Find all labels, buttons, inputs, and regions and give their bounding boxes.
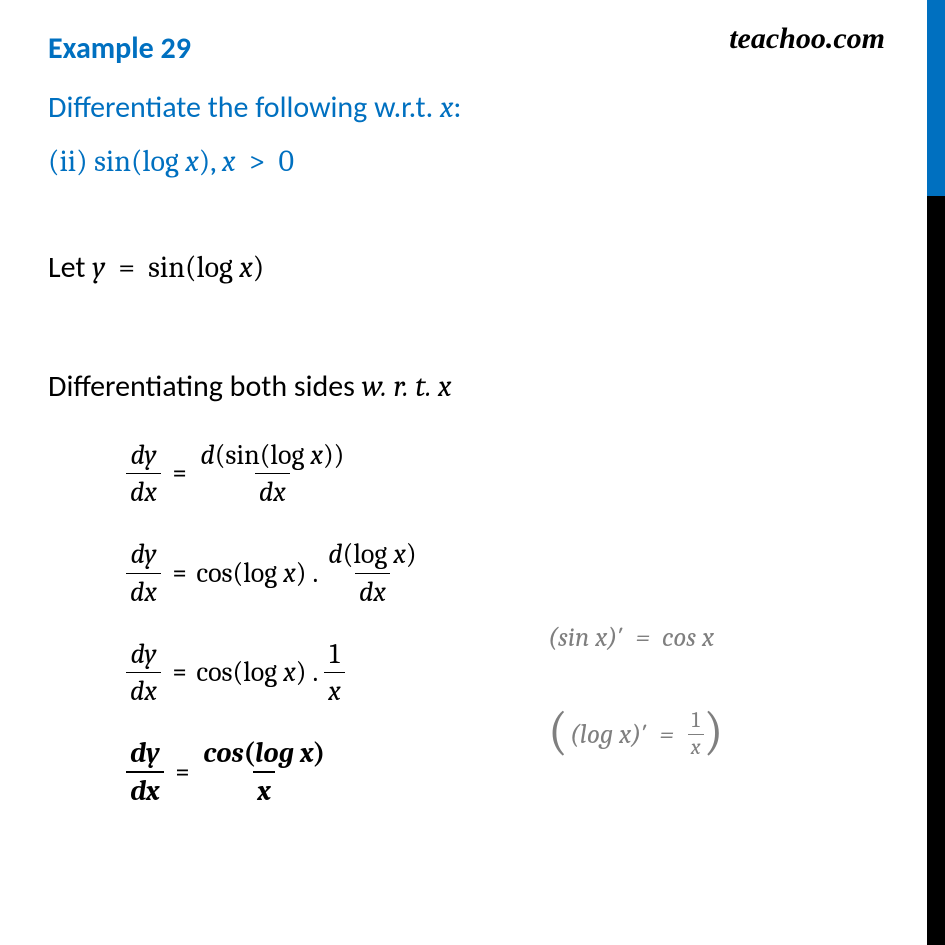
dx: dx xyxy=(126,473,161,508)
equation-block: dy dx = d(sin(log x)) dx dy dx = xyxy=(126,439,879,808)
content: Example 29 Differentiate the following w… xyxy=(0,0,927,808)
diff-line: Differentiating both sides w. r. t. x xyxy=(48,368,879,405)
equation-row-2: dy dx = cos(log x) . d(log x) dx xyxy=(126,538,879,607)
lhs-4: dy dx xyxy=(126,737,164,807)
diff-wrt: w. r. t. x xyxy=(362,369,452,404)
lhs-3: dy dx xyxy=(126,638,161,707)
lhs-2: dy dx xyxy=(126,538,161,607)
dy: dy xyxy=(126,439,160,473)
equals-4: = xyxy=(164,756,199,789)
prompt-text: Differentiate the following w.r.t. xyxy=(48,89,440,126)
equation-row-4: dy dx = cos(log x) x xyxy=(126,737,879,807)
equation-row-1: dy dx = d(sin(log x)) dx xyxy=(126,439,879,508)
page: teachoo.com Example 29 Differentiate the… xyxy=(0,0,927,945)
equals-3: = xyxy=(161,656,196,689)
rhs-2: cos(log x) . d(log x) dx xyxy=(196,538,420,607)
dot-3: . xyxy=(306,656,324,688)
let-line: Let y = sin(log x) xyxy=(48,249,879,286)
rhs-1: d(sin(log x)) dx xyxy=(196,439,348,508)
equals-1: = xyxy=(161,457,196,490)
prompt-line: Differentiate the following w.r.t. x: xyxy=(48,89,879,126)
side-stripe-blue xyxy=(927,0,945,196)
note-log-derivative: ( (log x)′ = 1 x ) xyxy=(548,708,723,760)
rhs-4: cos(log x) x xyxy=(199,737,329,807)
diff-pre: Differentiating both sides xyxy=(48,368,362,405)
brand-logo: teachoo.com xyxy=(729,22,885,56)
note-sin-derivative: (sin x)′ = cos x xyxy=(548,622,714,653)
prompt-var: x xyxy=(440,90,453,125)
prompt-colon: : xyxy=(453,89,461,126)
equals-2: = xyxy=(161,557,196,590)
let-pre: Let xyxy=(48,249,92,286)
sub-expression: sin(log x), x > 0 xyxy=(94,144,294,179)
lhs-1: dy dx xyxy=(126,439,161,508)
sub-question: (ii) sin(log x), x > 0 xyxy=(48,144,879,179)
sub-label: (ii) xyxy=(48,144,94,179)
let-expression: y = sin(log x) xyxy=(92,250,264,285)
equation-row-3: dy dx = cos(log x) . 1 x xyxy=(126,638,879,707)
dot-2: . xyxy=(306,557,324,589)
side-stripe-black xyxy=(927,196,945,945)
rhs-3: cos(log x) . 1 x xyxy=(196,638,344,707)
